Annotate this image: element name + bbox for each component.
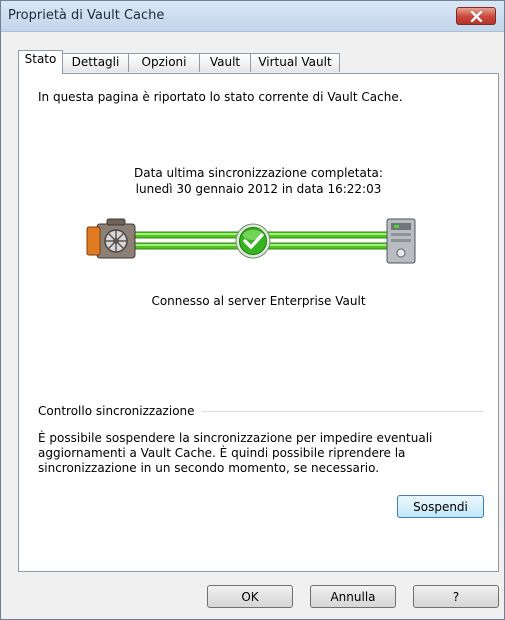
close-icon: [470, 11, 483, 22]
tab-stato[interactable]: Stato: [18, 50, 63, 74]
window-title: Proprietà di Vault Cache: [8, 8, 165, 23]
tab-opzioni[interactable]: Opzioni: [128, 53, 200, 72]
server-icon: [386, 218, 416, 264]
title-bar[interactable]: Proprietà di Vault Cache: [1, 1, 504, 32]
sync-control-description: È possibile sospendere la sincronizzazio…: [38, 431, 433, 475]
checkmark-icon: [235, 223, 271, 259]
help-button[interactable]: ?: [413, 585, 499, 608]
ok-button[interactable]: OK: [207, 585, 293, 608]
vault-safe-icon: [86, 218, 136, 259]
last-sync-date: lunedì 30 gennaio 2012 in data 16:22:03: [135, 182, 382, 196]
suspend-button[interactable]: Sospendi: [397, 495, 484, 518]
connection-graphic: [86, 218, 416, 264]
group-divider: [202, 411, 483, 412]
intro-text: In questa pagina è riportato lo stato co…: [38, 90, 403, 104]
close-button[interactable]: [456, 7, 496, 25]
tab-virtual-vault[interactable]: Virtual Vault: [250, 53, 340, 72]
tab-vault[interactable]: Vault: [199, 53, 251, 72]
cancel-button[interactable]: Annulla: [310, 585, 396, 608]
dialog-window: Proprietà di Vault Cache Stato Dettagli …: [0, 0, 505, 620]
connection-status: Connesso al server Enterprise Vault: [151, 294, 366, 308]
tab-dettagli[interactable]: Dettagli: [62, 53, 129, 72]
sync-control-group-title: Controllo sincronizzazione: [38, 404, 199, 418]
last-sync-label: Data ultima sincronizzazione completata:…: [19, 165, 498, 197]
tab-panel-stato: In questa pagina è riportato lo stato co…: [18, 73, 499, 572]
last-sync-caption: Data ultima sincronizzazione completata:: [134, 166, 383, 180]
